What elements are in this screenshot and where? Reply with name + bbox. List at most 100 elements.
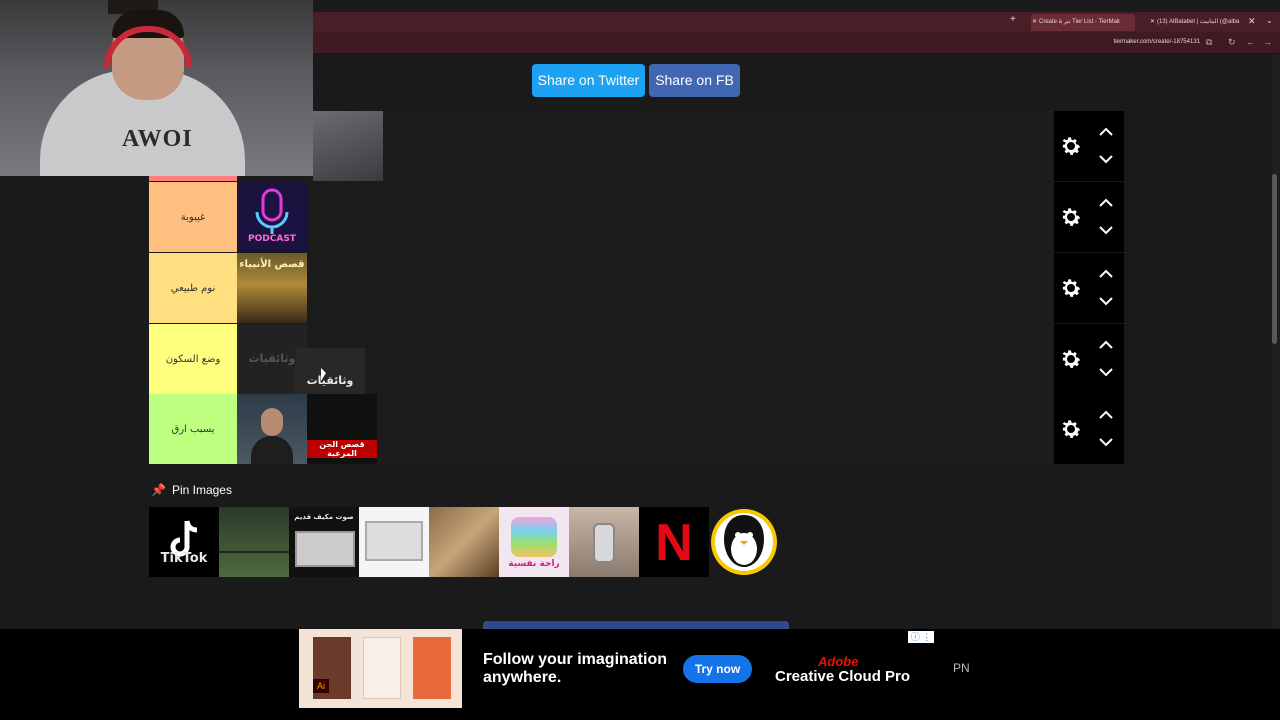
tier-label[interactable]: غيبوبة bbox=[149, 182, 237, 252]
gear-icon[interactable] bbox=[1059, 347, 1083, 371]
tier-label[interactable]: يسبب ارق bbox=[149, 394, 237, 464]
share-twitter-button[interactable]: Share on Twitter bbox=[532, 64, 645, 97]
tier-item-text: PODCAST bbox=[248, 234, 296, 244]
tier-items[interactable]: وثائقيات وثائقيات bbox=[237, 324, 1054, 394]
chevron-up-icon[interactable] bbox=[1098, 269, 1114, 279]
tier-controls bbox=[1054, 182, 1124, 252]
tier-items[interactable] bbox=[237, 111, 1054, 181]
chevron-up-icon[interactable] bbox=[1098, 198, 1114, 208]
chocolate-bar bbox=[413, 637, 451, 699]
back-icon[interactable]: ← bbox=[1246, 37, 1255, 47]
extension-icon[interactable]: ⧉ bbox=[1206, 37, 1212, 48]
tab-tiermaker[interactable]: ✕ Create a تير Tier List - TierMak bbox=[1031, 14, 1135, 31]
chevron-down-icon[interactable]: ⌄ bbox=[1266, 16, 1273, 25]
tier-label[interactable]: وضع السكون bbox=[149, 324, 237, 394]
window-frame bbox=[219, 551, 289, 553]
tier-items[interactable]: قصص الأنبياء bbox=[237, 253, 1054, 323]
reload-icon[interactable]: ↻ bbox=[1228, 37, 1236, 48]
close-window-icon[interactable]: ✕ bbox=[1248, 16, 1256, 27]
tier-item-text: وثائقيات bbox=[306, 374, 354, 387]
chocolate-bar bbox=[363, 637, 401, 699]
forward-icon[interactable]: → bbox=[1263, 37, 1272, 47]
pin-image-penguin[interactable] bbox=[709, 507, 779, 577]
scrollbar-thumb[interactable] bbox=[1272, 174, 1277, 344]
shirt-text: AWOI bbox=[122, 126, 193, 152]
dragged-item-image[interactable]: وثائقيات bbox=[295, 348, 365, 394]
ac-unit bbox=[365, 521, 423, 561]
tier-item-image[interactable] bbox=[313, 111, 383, 181]
pin-image-rain-window[interactable] bbox=[219, 507, 289, 577]
tier-controls bbox=[1054, 111, 1124, 181]
pin-image-old-ac[interactable]: صوت مكيف قديم bbox=[289, 507, 359, 577]
share-fb-button[interactable]: Share on FB bbox=[649, 64, 740, 97]
chevron-down-icon[interactable] bbox=[1098, 296, 1114, 306]
tier-row: نوم طبيعي قصص الأنبياء bbox=[149, 253, 1124, 323]
ad-brand-top: Adobe bbox=[818, 654, 859, 669]
tier-controls bbox=[1054, 394, 1124, 464]
ad-headline: Follow your imagination anywhere. bbox=[483, 651, 667, 686]
pin-images-heading: 📌 Pin Images bbox=[151, 483, 232, 497]
close-icon[interactable]: ✕ bbox=[1032, 14, 1037, 31]
chevron-up-icon[interactable] bbox=[1098, 410, 1114, 420]
ad-info-icon[interactable]: ⓘ ⋮ bbox=[908, 631, 934, 643]
pin-image-quran-book[interactable] bbox=[429, 507, 499, 577]
ad-brand-bottom: Creative Cloud Pro bbox=[775, 668, 911, 685]
chevron-up-icon[interactable] bbox=[1098, 340, 1114, 350]
pushpin-icon: 📌 bbox=[151, 483, 166, 497]
mouse-cursor-icon bbox=[321, 368, 326, 381]
tier-items[interactable]: قصص الجن المرعبة bbox=[237, 394, 1054, 464]
pin-image-color-cubes[interactable]: راحة نفسية bbox=[499, 507, 569, 577]
tier-item-image[interactable]: PODCAST bbox=[237, 182, 307, 252]
tier-item-image[interactable]: قصص الجن المرعبة bbox=[307, 394, 377, 464]
pin-images-title: Pin Images bbox=[171, 483, 232, 497]
pin-image-text: راحة نفسية bbox=[508, 559, 560, 569]
pin-image-text: TikTok bbox=[160, 551, 208, 566]
tier-label[interactable]: نوم طبيعي bbox=[149, 253, 237, 323]
ad-image[interactable]: Ai bbox=[299, 629, 462, 708]
chevron-down-icon[interactable] bbox=[1098, 225, 1114, 235]
page: ✕ Create a تير Tier List - TierMak ✕ (13… bbox=[0, 0, 1280, 720]
illustrator-icon: Ai bbox=[313, 679, 329, 693]
pin-image-microphone[interactable] bbox=[569, 507, 639, 577]
pin-image-text: صوت مكيف قديم bbox=[294, 513, 354, 521]
tier-item-text: قصص الجن المرعبة bbox=[307, 440, 377, 458]
tier-item-image[interactable]: قصص الأنبياء bbox=[237, 253, 307, 323]
tier-controls bbox=[1054, 324, 1124, 394]
person-body bbox=[251, 436, 293, 464]
gear-icon[interactable] bbox=[1059, 417, 1083, 441]
try-now-button[interactable]: Try now bbox=[683, 655, 752, 683]
netflix-logo: N bbox=[655, 514, 693, 572]
chevron-up-icon[interactable] bbox=[1098, 127, 1114, 137]
tier-row: وضع السكون وثائقيات وثائقيات bbox=[149, 324, 1124, 394]
ac-unit bbox=[295, 531, 355, 567]
tier-row: غيبوبة PODCAST bbox=[149, 182, 1124, 252]
gear-icon[interactable] bbox=[1059, 134, 1083, 158]
chevron-down-icon[interactable] bbox=[1098, 154, 1114, 164]
tier-item-image[interactable] bbox=[237, 394, 307, 464]
ad-tail-text: PN bbox=[953, 661, 970, 675]
microphone-icon bbox=[593, 523, 615, 563]
pin-image-tiktok[interactable]: TikTok bbox=[149, 507, 219, 577]
tab-label: Create a تير Tier List - TierMak bbox=[1039, 19, 1120, 25]
person-head bbox=[261, 408, 283, 436]
address-bar[interactable]: tiermaker.com/create/-18754131 ⧉ ↻ ← → bbox=[313, 32, 1280, 54]
chevron-down-icon[interactable] bbox=[1098, 367, 1114, 377]
page-scrollbar[interactable] bbox=[1272, 54, 1280, 629]
pin-image-netflix[interactable]: N bbox=[639, 507, 709, 577]
pin-image-window-ac[interactable] bbox=[359, 507, 429, 577]
webcam-overlay: AWOI bbox=[0, 0, 313, 176]
chevron-down-icon[interactable] bbox=[1098, 437, 1114, 447]
close-icon[interactable]: ✕ bbox=[1150, 14, 1155, 31]
tab-bar: ✕ Create a تير Tier List - TierMak ✕ (13… bbox=[313, 12, 1280, 32]
gear-icon[interactable] bbox=[1059, 276, 1083, 300]
tab-label: (13) AlBatabet | البتابيت (@alba bbox=[1157, 19, 1240, 25]
tier-items[interactable]: PODCAST bbox=[237, 182, 1054, 252]
url-text: tiermaker.com/create/-18754131 bbox=[1113, 39, 1200, 45]
tab-albatabet[interactable]: ✕ (13) AlBatabet | البتابيت (@alba bbox=[1149, 14, 1249, 31]
tier-row: يسبب ارق قصص الجن المرعبة bbox=[149, 394, 1124, 464]
tier-controls bbox=[1054, 253, 1124, 323]
cube-stack bbox=[511, 517, 557, 557]
tier-item-text: قصص الأنبياء bbox=[239, 259, 305, 270]
gear-icon[interactable] bbox=[1059, 205, 1083, 229]
plus-icon[interactable]: + bbox=[1010, 14, 1016, 25]
